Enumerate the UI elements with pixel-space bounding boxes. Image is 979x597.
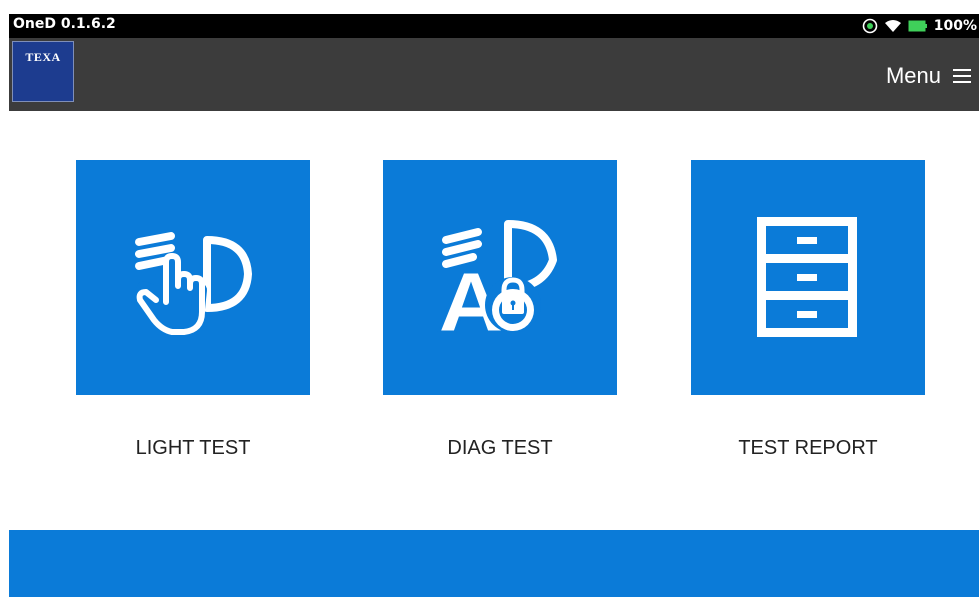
battery-icon (908, 20, 927, 32)
test-report-tile[interactable] (691, 160, 925, 395)
status-bar: OneD 0.1.6.2 100% (9, 14, 979, 38)
battery-percent: 100% (933, 18, 977, 34)
cabinet-icon (757, 217, 857, 337)
wifi-icon (884, 20, 901, 32)
light-test-tile[interactable] (76, 160, 310, 395)
texa-logo: TEXA (12, 41, 74, 102)
app-version-text: OneD 0.1.6.2 (13, 16, 116, 32)
status-icons: 100% (862, 14, 977, 38)
test-report-label: TEST REPORT (738, 437, 878, 459)
menu-button[interactable]: Menu (886, 63, 971, 89)
diag-test-label: DIAG TEST (447, 437, 553, 459)
hamburger-icon (953, 69, 971, 83)
headlight-hand-icon (131, 232, 252, 335)
record-icon (862, 18, 878, 34)
app-bar: TEXA Menu (9, 38, 979, 111)
diag-test-tile[interactable] (383, 160, 617, 395)
screen-bezel (0, 0, 9, 597)
light-test-label: LIGHT TEST (135, 437, 251, 459)
menu-label: Menu (885, 63, 941, 88)
footer-bar (9, 530, 979, 597)
headlight-lock-icon (436, 220, 557, 334)
